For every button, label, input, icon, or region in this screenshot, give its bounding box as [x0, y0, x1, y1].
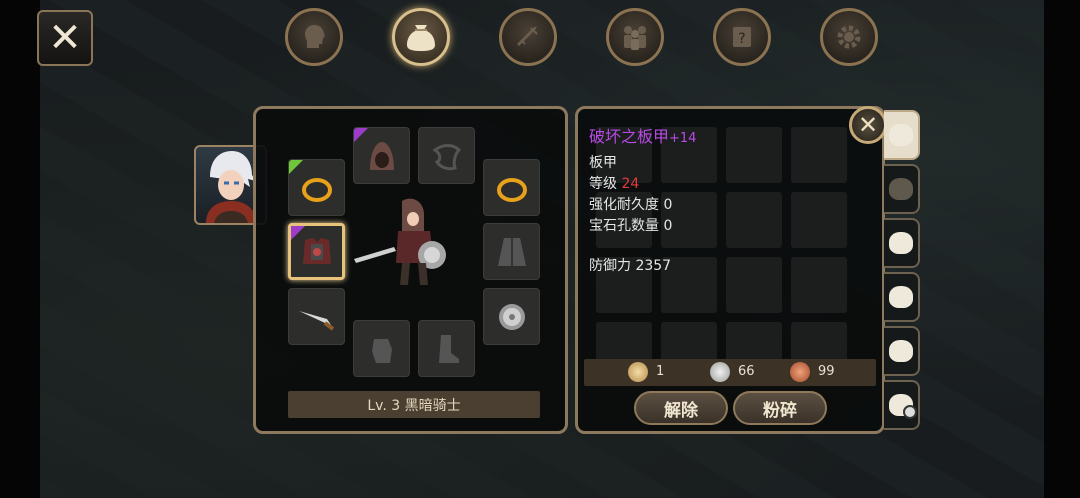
cape-icon [431, 143, 461, 170]
item-level-value: 24 [621, 176, 640, 192]
bag-icon [889, 394, 917, 419]
bag-icon [889, 232, 913, 254]
item-name: 破坏之板甲+14 [589, 123, 696, 147]
item-enhance-level: +14 [669, 131, 697, 146]
gloves-icon [371, 338, 392, 363]
character-level-bar: Lv. 3 黑暗骑士 [288, 391, 540, 418]
item-info-panel: 破坏之板甲+14 板甲 等级 24 强化耐久度 0 宝石孔数量 0 防御力 23… [575, 106, 885, 434]
menu-tabbar: ? [285, 8, 885, 70]
copper-coin-icon [790, 362, 810, 382]
boots-icon [438, 334, 459, 363]
screen-edge-left [0, 0, 40, 498]
bag-icon [889, 286, 913, 308]
bag-icon [889, 124, 913, 146]
coat-icon [497, 237, 526, 266]
slot-body[interactable] [483, 223, 540, 280]
bag-tab-4[interactable] [884, 272, 920, 322]
item-level: 等级 24 [589, 173, 639, 193]
slot-boots[interactable] [418, 320, 475, 377]
copper-amount: 99 [818, 364, 835, 379]
screen-edge-right [1044, 0, 1080, 498]
gear-icon [837, 25, 861, 49]
slot-helmet[interactable] [353, 127, 410, 184]
slot-ring-right[interactable] [483, 159, 540, 216]
gold-coin-icon [628, 362, 648, 382]
gold-amount: 1 [656, 364, 665, 379]
party-icon [624, 26, 646, 50]
slot-shield[interactable] [483, 288, 540, 345]
bag-tab-1[interactable] [884, 110, 920, 160]
slot-cape[interactable] [418, 127, 475, 184]
tab-skills[interactable] [499, 8, 557, 66]
bag-tab-2[interactable] [884, 164, 920, 214]
head-icon [305, 25, 325, 48]
item-defense: 防御力 2357 [589, 258, 672, 274]
bag-icon [889, 178, 913, 200]
slot-ring-left[interactable] [288, 159, 345, 216]
unequip-button[interactable]: 解除 [634, 391, 728, 425]
equipment-panel: Lv. 3 黑暗骑士 [253, 106, 568, 434]
item-level-label: 等级 [589, 176, 617, 192]
silver-amount: 66 [738, 364, 755, 379]
rarity-corner-rare [289, 160, 303, 174]
tab-settings[interactable] [820, 8, 878, 66]
slot-armor[interactable] [288, 223, 345, 280]
scroll-icon: ? [733, 27, 751, 47]
bag-tab-3[interactable] [884, 218, 920, 268]
close-info-button[interactable]: ✕ [849, 106, 887, 144]
tab-inventory[interactable] [392, 8, 450, 66]
shatter-button[interactable]: 粉碎 [733, 391, 827, 425]
slot-gloves[interactable] [353, 320, 410, 377]
bag-tab-5[interactable] [884, 326, 920, 376]
search-icon [903, 405, 917, 419]
item-name-text: 破坏之板甲 [589, 127, 670, 146]
shield-icon [498, 303, 525, 330]
tab-party[interactable] [606, 8, 664, 66]
rarity-corner-epic [354, 128, 368, 142]
close-menu-button[interactable]: ✕ [37, 10, 93, 66]
bag-icon [889, 340, 913, 362]
sword-icon [517, 26, 538, 46]
item-type: 板甲 [589, 155, 617, 171]
slot-weapon[interactable] [288, 288, 345, 345]
bag-search-tab[interactable] [884, 380, 920, 430]
svg-text:?: ? [738, 31, 745, 47]
tab-character[interactable] [285, 8, 343, 66]
rarity-corner-epic [291, 226, 305, 240]
item-gem-slots: 宝石孔数量 0 [589, 218, 673, 234]
bag-icon [407, 25, 435, 51]
silver-coin-icon [710, 362, 730, 382]
currency-bar: 1 66 99 [584, 359, 876, 386]
hero-figure [354, 198, 446, 285]
dagger-icon [298, 310, 334, 331]
item-durability: 强化耐久度 0 [589, 197, 673, 213]
tab-quest[interactable]: ? [713, 8, 771, 66]
ring-icon [496, 177, 527, 202]
